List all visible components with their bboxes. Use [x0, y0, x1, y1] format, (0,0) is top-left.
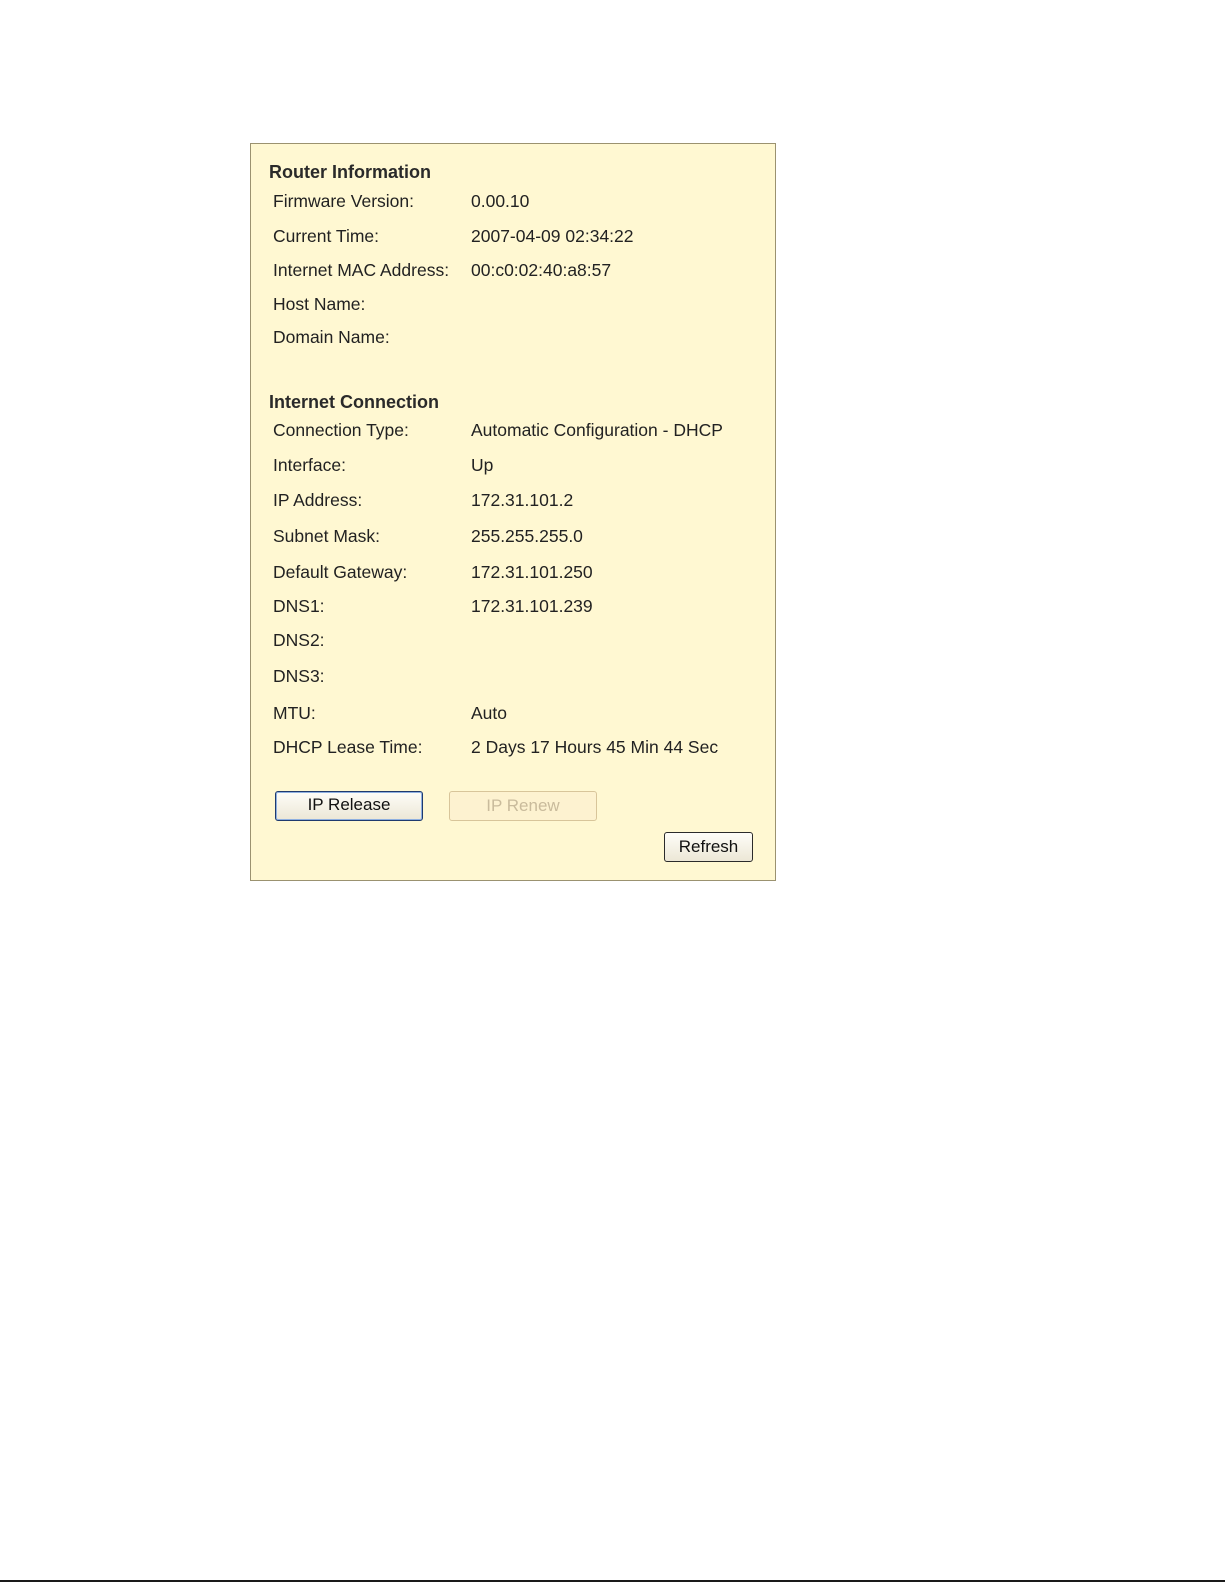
dns2-label: DNS2:: [273, 630, 325, 650]
firmware-version-value: 0.00.10: [471, 191, 530, 211]
default-gateway-value: 172.31.101.250: [471, 562, 593, 582]
current-time-row: Current Time: 2007-04-09 02:34:22: [273, 224, 763, 248]
interface-row: Interface: Up: [273, 453, 763, 477]
default-gateway-label: Default Gateway:: [273, 562, 408, 582]
dns3-label: DNS3:: [273, 666, 325, 686]
interface-value: Up: [471, 455, 494, 475]
dhcp-lease-time-label: DHCP Lease Time:: [273, 737, 423, 757]
connection-type-row: Connection Type: Automatic Configuration…: [273, 418, 763, 442]
subnet-mask-value: 255.255.255.0: [471, 526, 583, 546]
ip-address-row: IP Address: 172.31.101.2: [273, 488, 763, 512]
router-information-heading: Router Information: [269, 162, 431, 182]
status-panel: Router Information Firmware Version: 0.0…: [250, 143, 776, 881]
mtu-label: MTU:: [273, 703, 316, 723]
internet-mac-address-row: Internet MAC Address: 00:c0:02:40:a8:57: [273, 258, 763, 282]
dns1-row: DNS1: 172.31.101.239: [273, 594, 763, 618]
domain-name-label: Domain Name:: [273, 327, 390, 347]
dns2-row: DNS2:: [273, 628, 763, 652]
ip-address-label: IP Address:: [273, 490, 363, 510]
current-time-value: 2007-04-09 02:34:22: [471, 226, 634, 246]
mtu-row: MTU: Auto: [273, 701, 763, 725]
subnet-mask-row: Subnet Mask: 255.255.255.0: [273, 524, 763, 548]
ip-renew-button[interactable]: IP Renew: [449, 791, 597, 821]
firmware-version-row: Firmware Version: 0.00.10: [273, 189, 763, 213]
interface-label: Interface:: [273, 455, 346, 475]
internet-mac-address-label: Internet MAC Address:: [273, 260, 450, 280]
default-gateway-row: Default Gateway: 172.31.101.250: [273, 560, 763, 584]
current-time-label: Current Time:: [273, 226, 379, 246]
refresh-button[interactable]: Refresh: [664, 832, 753, 862]
internet-connection-heading: Internet Connection: [269, 392, 439, 412]
mtu-value: Auto: [471, 703, 507, 723]
page-bottom-divider: [0, 1580, 1225, 1582]
firmware-version-label: Firmware Version:: [273, 191, 415, 211]
connection-type-label: Connection Type:: [273, 420, 409, 440]
host-name-row: Host Name:: [273, 292, 763, 316]
subnet-mask-label: Subnet Mask:: [273, 526, 380, 546]
domain-name-row: Domain Name:: [273, 325, 763, 349]
dhcp-lease-time-row: DHCP Lease Time: 2 Days 17 Hours 45 Min …: [273, 735, 763, 759]
internet-mac-address-value: 00:c0:02:40:a8:57: [471, 260, 612, 280]
dns3-row: DNS3:: [273, 664, 763, 688]
ip-address-value: 172.31.101.2: [471, 490, 574, 510]
dhcp-lease-time-value: 2 Days 17 Hours 45 Min 44 Sec: [471, 737, 719, 757]
ip-release-button[interactable]: IP Release: [275, 791, 423, 821]
dns1-label: DNS1:: [273, 596, 325, 616]
host-name-label: Host Name:: [273, 294, 366, 314]
dns1-value: 172.31.101.239: [471, 596, 593, 616]
connection-type-value: Automatic Configuration - DHCP: [471, 420, 723, 440]
